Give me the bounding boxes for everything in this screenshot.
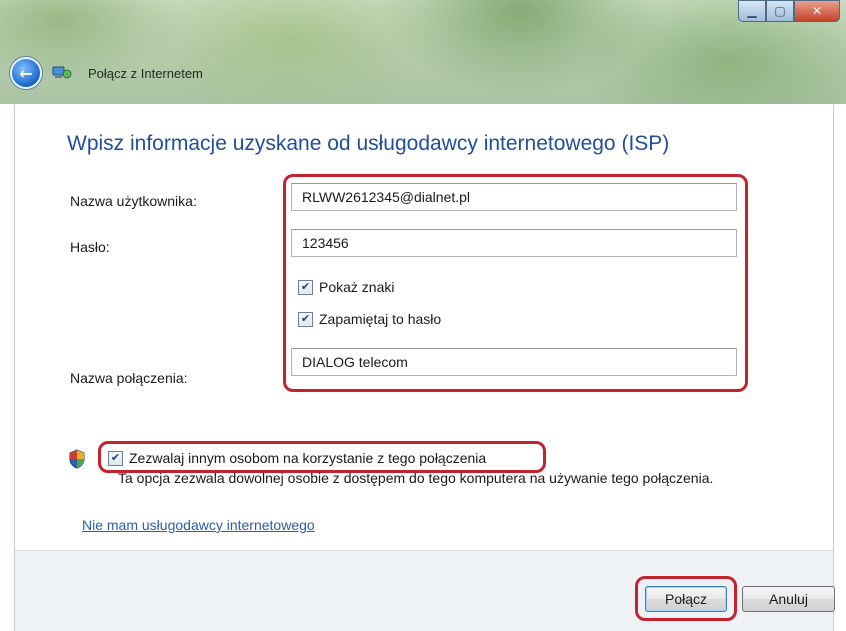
network-connection-icon (52, 64, 72, 82)
connection-name-label: Nazwa połączenia: (70, 370, 188, 386)
page-title: Wpisz informacje uzyskane od usługodawcy… (67, 132, 670, 155)
no-isp-link[interactable]: Nie mam usługodawcy internetowego (82, 517, 315, 533)
title-row: ← Połącz z Internetem (10, 57, 203, 89)
username-label: Nazwa użytkownika: (70, 193, 197, 209)
window-title: Połącz z Internetem (88, 65, 203, 81)
allow-others-description: Ta opcja zezwala dowolnej osobie z dostę… (118, 470, 714, 486)
maximize-button[interactable]: ▢ (766, 0, 794, 22)
minimize-button[interactable]: ▁ (738, 0, 766, 22)
connect-highlight (635, 576, 737, 621)
back-arrow-icon[interactable]: ← (10, 57, 42, 89)
window-titlebar: ▁ ▢ ✕ ← Połącz z Internetem (0, 0, 846, 104)
cancel-button[interactable]: Anuluj (742, 586, 835, 612)
window-controls: ▁ ▢ ✕ (738, 0, 840, 22)
fields-highlight (283, 174, 748, 392)
password-label: Hasło: (70, 239, 110, 255)
close-button[interactable]: ✕ (794, 0, 840, 22)
shield-icon (68, 449, 86, 473)
